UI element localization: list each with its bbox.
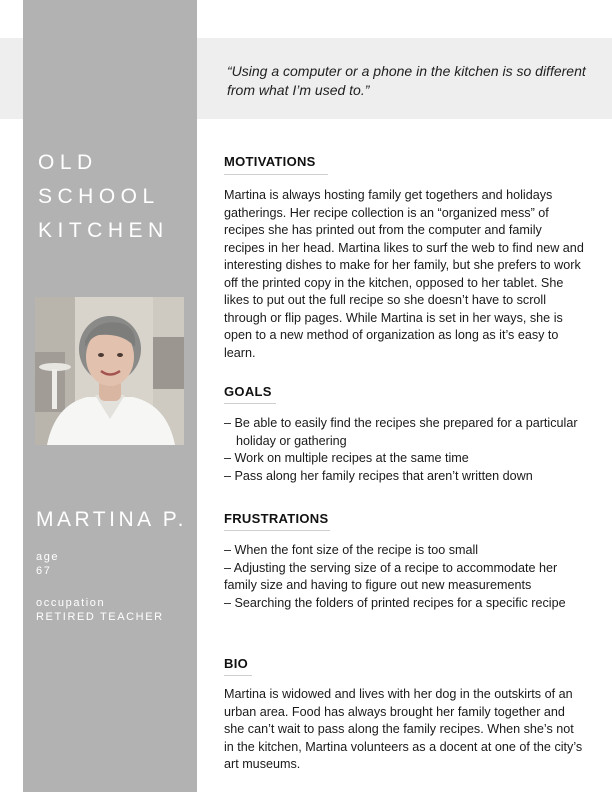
goals-divider [224,403,276,404]
occupation-label: occupation [36,597,106,609]
bio-divider [224,675,252,676]
frustrations-list: – When the font size of the recipe is to… [224,542,589,612]
persona-portrait-illustration [35,297,184,445]
list-item: – Adjusting the serving size of a recipe… [224,560,558,593]
list-item: – When the font size of the recipe is to… [224,543,479,557]
bio-text: Martina is widowed and lives with her do… [224,687,583,771]
list-item: – Pass along her family recipes that are… [224,468,533,483]
frustrations-divider [224,530,330,531]
bio-heading: BIO [224,656,249,671]
goals-heading: GOALS [224,384,272,399]
title-line-2: SCHOOL [38,185,160,208]
title-line-1: OLD [38,151,98,174]
frustrations-heading: FRUSTRATIONS [224,511,329,526]
motivations-text: Martina is always hosting family get tog… [224,188,584,360]
goals-list: – Be able to easily find the recipes she… [224,415,589,485]
persona-photo [35,297,184,445]
motivations-heading: MOTIVATIONS [224,154,316,169]
motivations-divider [224,174,328,175]
persona-name: MARTINA P. [36,508,187,531]
persona-quote: “Using a computer or a phone in the kitc… [227,63,586,98]
age-value: 67 [36,565,52,577]
list-item: – Searching the folders of printed recip… [224,595,566,610]
list-item: – Work on multiple recipes at the same t… [224,451,469,465]
age-label: age [36,551,60,563]
list-item: – Be able to easily find the recipes she… [224,416,578,448]
page-title: OLD SCHOOL KITCHEN [38,146,198,248]
occupation-value: RETIRED TEACHER [36,611,164,623]
title-line-3: KITCHEN [38,219,169,242]
